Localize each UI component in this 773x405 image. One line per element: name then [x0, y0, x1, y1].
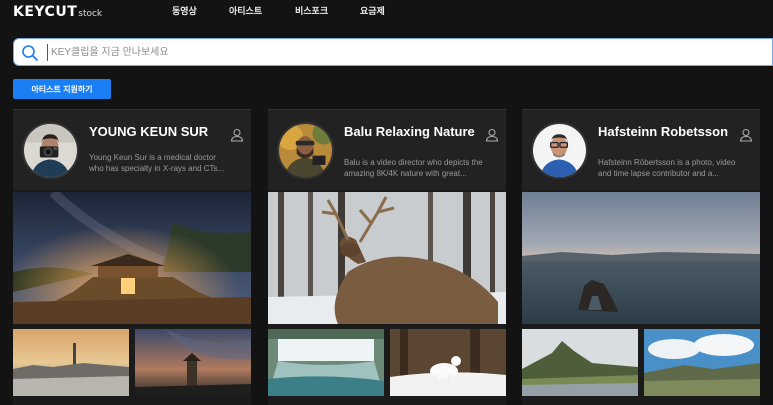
artist-avatar[interactable] — [531, 122, 588, 179]
artist-thumbnail-2[interactable] — [644, 329, 760, 396]
top-navigation-bar: KEYCUT stock 동영상 아티스트 비스포크 요금제 — [0, 0, 773, 30]
search-bar — [13, 38, 773, 66]
user-icon[interactable] — [485, 128, 499, 142]
nav-item-videos[interactable]: 동영상 — [172, 4, 197, 17]
artist-description: Balu is a video director who depicts the… — [344, 158, 483, 178]
artist-featured-image[interactable] — [268, 192, 506, 324]
keycut-logo[interactable]: KEYCUT stock — [13, 4, 102, 20]
user-icon[interactable] — [230, 128, 244, 142]
search-icon[interactable] — [21, 44, 39, 62]
artist-name[interactable]: YOUNG KEUN SUR — [89, 125, 229, 139]
artist-name[interactable]: Hafsteinn Robetsson — [598, 125, 738, 139]
artist-card-hafsteinn-robetsson[interactable]: Hafsteinn Robetsson Hafsteinn Röbertsson… — [522, 109, 760, 405]
artist-avatar[interactable] — [22, 122, 79, 179]
artist-card-balu-relaxing-nature[interactable]: Balu Relaxing Nature Balu is a video dir… — [268, 109, 506, 405]
artist-card-header: Hafsteinn Robetsson Hafsteinn Röbertsson… — [522, 110, 760, 190]
artist-card-header: Balu Relaxing Nature Balu is a video dir… — [268, 110, 506, 190]
nav-item-artists[interactable]: 아티스트 — [229, 4, 262, 17]
artist-thumbnail-1[interactable] — [268, 329, 384, 396]
artist-thumbnail-1[interactable] — [522, 329, 638, 396]
artist-description: Hafsteinn Röbertsson is a photo, video a… — [598, 158, 736, 178]
artist-thumbnail-2[interactable] — [390, 329, 506, 396]
artist-avatar[interactable] — [277, 122, 334, 179]
artist-featured-image[interactable] — [522, 192, 760, 324]
nav-item-bespoke[interactable]: 비스포크 — [295, 4, 328, 17]
user-icon[interactable] — [739, 128, 753, 142]
logo-sub-text: stock — [78, 9, 103, 19]
artist-name[interactable]: Balu Relaxing Nature — [344, 125, 484, 139]
search-input[interactable] — [47, 44, 747, 61]
artist-card-header: YOUNG KEUN SUR Young Keun Sur is a medic… — [13, 110, 251, 190]
artist-thumbnail-1[interactable] — [13, 329, 129, 396]
artist-thumbnail-2[interactable] — [135, 329, 251, 396]
nav-item-pricing[interactable]: 요금제 — [360, 4, 385, 17]
logo-main-text: KEYCUT — [13, 4, 78, 20]
artist-featured-image[interactable] — [13, 192, 251, 324]
apply-artist-button[interactable]: 아티스트 지원하기 — [13, 79, 111, 99]
artist-card-young-keun-sur[interactable]: YOUNG KEUN SUR Young Keun Sur is a medic… — [13, 109, 251, 405]
artist-description: Young Keun Sur is a medical doctor who h… — [89, 153, 225, 173]
